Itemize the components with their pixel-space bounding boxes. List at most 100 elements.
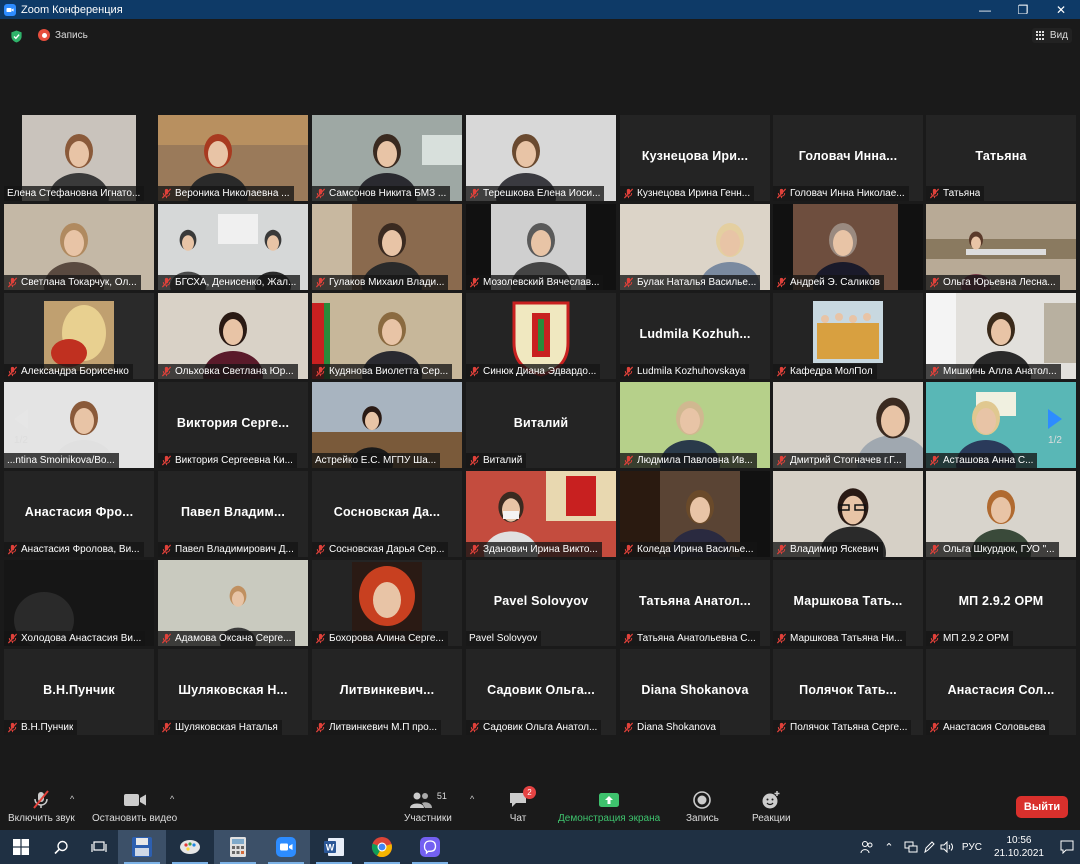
participant-tile[interactable]: Полячок Тать... Полячок Татьяна Серге... (773, 649, 923, 735)
participant-tile[interactable]: Татьяна Татьяна (926, 115, 1076, 201)
participant-tile[interactable]: Кудянова Виолетта Сер... (312, 293, 462, 379)
participant-tile[interactable]: Ольга Шкурдюк, ГУО "... (926, 471, 1076, 557)
notifications-icon[interactable] (1054, 830, 1080, 864)
participant-display-name: Анастасия Фро... (24, 505, 134, 519)
paint-palette-icon (180, 840, 200, 854)
participant-tile[interactable]: БГСХА, Денисенко, Жал... (158, 204, 308, 290)
recording-indicator[interactable]: Запись (38, 29, 88, 41)
participant-name-bar: Самсонов Никита БМЗ ... (312, 186, 451, 201)
participant-tile[interactable]: Андрей Э. Саликов (773, 204, 923, 290)
participant-tile[interactable]: В.Н.Пунчик В.Н.Пунчик (4, 649, 154, 735)
taskbar-app-save[interactable] (118, 830, 166, 864)
microphone-muted-icon (776, 188, 787, 199)
participant-tile[interactable]: Зданович Ирина Викто... (466, 471, 616, 557)
participant-tile[interactable]: Ludmila Kozhuh... Ludmila Kozhuhovskaya (620, 293, 770, 379)
participant-tile[interactable]: Ольга Юрьевна Лесна... (926, 204, 1076, 290)
close-window-button[interactable]: ✕ (1042, 0, 1080, 19)
view-label: Вид (1049, 30, 1068, 41)
share-screen-button[interactable]: Демонстрация экрана (558, 790, 660, 824)
participant-tile[interactable]: Гулаков Михаил Влади... (312, 204, 462, 290)
participant-tile[interactable]: Анастасия Фро... Анастасия Фролова, Ви... (4, 471, 154, 557)
microphone-muted-icon (929, 277, 940, 288)
participant-tile[interactable]: Литвинкевич... Литвинкевич М.П про... (312, 649, 462, 735)
record-label: Запись (686, 813, 719, 824)
participant-tile[interactable]: Павел Владим... Павел Владимирович Д... (158, 471, 308, 557)
audio-options-caret[interactable]: ^ (70, 794, 74, 804)
participant-tile[interactable]: Владимир Яскевич (773, 471, 923, 557)
participant-tile[interactable]: Светлана Токарчук, Ол... (4, 204, 154, 290)
next-page-button[interactable]: 1/2 (1042, 392, 1068, 462)
participant-name-bar: Асташова Анна С... (926, 453, 1038, 468)
participant-tile[interactable]: Виталий Виталий (466, 382, 616, 468)
participant-display-name: Анастасия Сол... (947, 683, 1055, 697)
chat-button[interactable]: 2 Чат (508, 786, 536, 824)
previous-page-button[interactable]: 1/2 (8, 392, 34, 462)
participant-tile[interactable]: Дмитрий Стогначев г.Г... (773, 382, 923, 468)
participant-tile[interactable]: Синюк Диана Эдвардо... (466, 293, 616, 379)
participant-tile[interactable]: Кафедра МолПол (773, 293, 923, 379)
participant-tile[interactable]: Бохорова Алина Серге... (312, 560, 462, 646)
participant-tile[interactable]: Адамова Оксана Серге... (158, 560, 308, 646)
microphone-muted-icon (776, 633, 787, 644)
taskbar-app-chrome[interactable] (358, 830, 406, 864)
taskbar-app-paint[interactable] (166, 830, 214, 864)
taskbar-app-calculator[interactable] (214, 830, 262, 864)
record-button[interactable]: Запись (686, 790, 719, 824)
taskbar-search-button[interactable] (42, 830, 80, 864)
input-language-indicator[interactable]: РУС (956, 830, 988, 864)
taskbar-app-word[interactable]: W (310, 830, 358, 864)
volume-icon[interactable] (938, 830, 956, 864)
taskbar-clock[interactable]: 10:56 21.10.2021 (994, 834, 1044, 860)
participant-tile[interactable]: Кузнецова Ири... Кузнецова Ирина Генн... (620, 115, 770, 201)
record-dot-icon (38, 29, 50, 41)
participant-tile[interactable]: Терешкова Елена Иоси... (466, 115, 616, 201)
participant-tile[interactable]: Шуляковская Н... Шуляковская Наталья (158, 649, 308, 735)
participant-tile[interactable]: Булак Наталья Васильe... (620, 204, 770, 290)
participant-tile[interactable]: Елена Стефановна Игнато... (4, 115, 154, 201)
microphone-muted-icon (161, 544, 172, 555)
task-view-button[interactable] (80, 830, 118, 864)
participant-tile[interactable]: Ольховка Светлана Юр... (158, 293, 308, 379)
view-button[interactable]: Вид (1031, 28, 1072, 43)
video-options-caret[interactable]: ^ (170, 794, 174, 804)
grid-view-icon (1035, 30, 1046, 41)
participant-tile[interactable]: МП 2.9.2 ОРМ МП 2.9.2 ОРМ (926, 560, 1076, 646)
participant-tile[interactable]: Виктория Серге... Виктория Сергеевна Ки..… (158, 382, 308, 468)
participant-tile[interactable]: Анастасия Сол... Анастасия Соловьева (926, 649, 1076, 735)
taskbar-app-zoom[interactable] (262, 830, 310, 864)
participants-button[interactable]: 51 Участники (404, 790, 452, 824)
participant-tile[interactable]: Холодова Анастасия Ви... (4, 560, 154, 646)
participant-tile[interactable]: Александра Борисенко (4, 293, 154, 379)
unmute-button[interactable]: Включить звук (8, 790, 75, 824)
participants-options-caret[interactable]: ^ (470, 794, 474, 804)
participant-tile[interactable]: Мозолевский Вячеслав... (466, 204, 616, 290)
reactions-button[interactable]: Реакции (752, 790, 791, 824)
taskbar-app-viber[interactable] (406, 830, 454, 864)
participant-tile[interactable]: Татьяна Анатол... Татьяна Анатольевна С..… (620, 560, 770, 646)
camera-icon (123, 790, 147, 810)
maximize-button[interactable]: ❐ (1004, 0, 1042, 19)
network-icon[interactable] (902, 830, 920, 864)
video-button[interactable]: Остановить видео (92, 790, 177, 824)
leave-meeting-button[interactable]: Выйти (1016, 796, 1068, 818)
windows-start-button[interactable] (0, 830, 42, 864)
participant-tile[interactable]: Мишкинь Алла Анатол... (926, 293, 1076, 379)
participant-tile[interactable]: Садовик Ольга... Садовик Ольга Анатол... (466, 649, 616, 735)
people-icon[interactable] (858, 830, 876, 864)
participant-tile[interactable]: Сосновская Да... Сосновская Дарья Сер... (312, 471, 462, 557)
participant-tile[interactable]: Головач Инна... Головач Инна Николае... (773, 115, 923, 201)
minimize-button[interactable]: — (966, 0, 1004, 19)
security-shield-icon[interactable] (10, 30, 23, 43)
participant-name-bar: Синюк Диана Эдвардо... (466, 364, 601, 379)
participant-tile[interactable]: Маршкова Тать... Маршкова Татьяна Ни... (773, 560, 923, 646)
participant-tile[interactable]: Самсонов Никита БМЗ ... (312, 115, 462, 201)
show-hidden-icons-chevron-icon[interactable]: ⌃ (876, 830, 902, 864)
participant-tile[interactable]: Коледа Ирина Василье... (620, 471, 770, 557)
participant-tile[interactable]: Pavel Solovyov Pavel Solovyov (466, 560, 616, 646)
pen-icon[interactable] (920, 830, 938, 864)
participant-tile[interactable]: Diana Shokanova Diana Shokanova (620, 649, 770, 735)
participant-tile[interactable]: Астрейко Е.С. МГПУ Ша... (312, 382, 462, 468)
participant-tile[interactable]: Людмила Павловна Ив... (620, 382, 770, 468)
participant-name: Светлана Токарчук, Ол... (21, 277, 137, 288)
participant-tile[interactable]: Вероника Николаевна ... (158, 115, 308, 201)
